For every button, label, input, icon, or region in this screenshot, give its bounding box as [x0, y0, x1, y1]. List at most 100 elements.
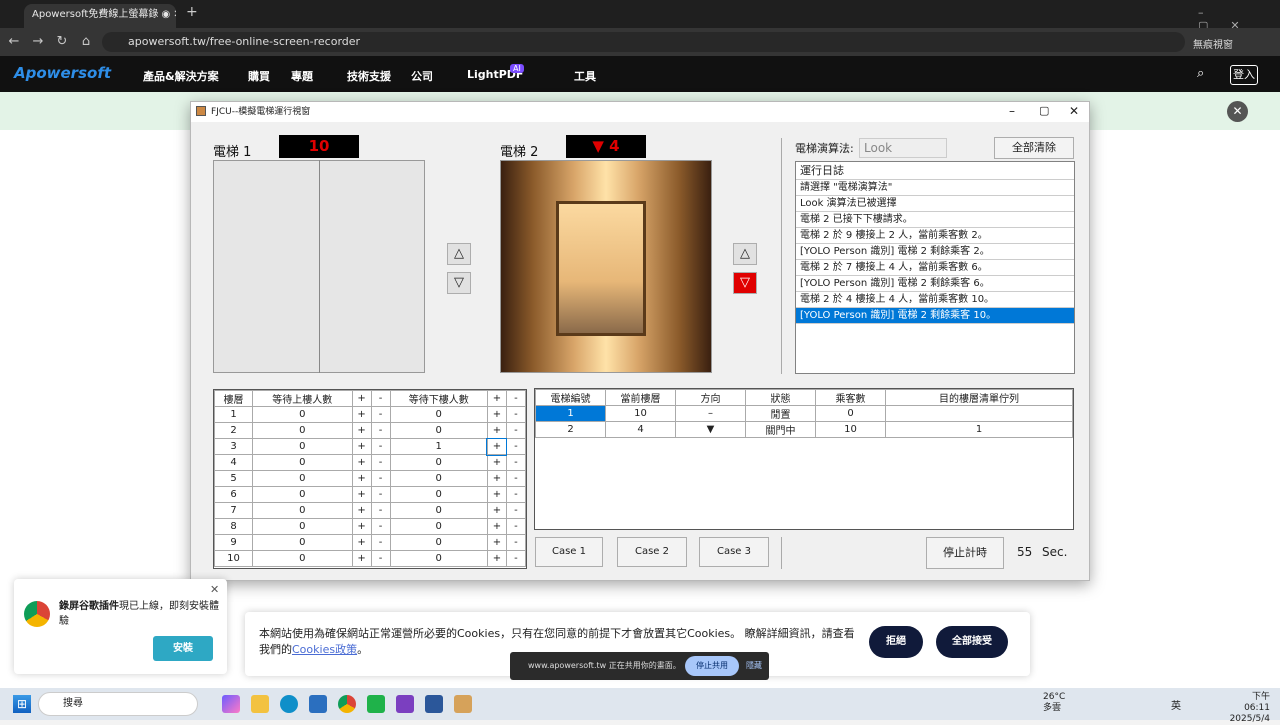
- down-minus-button[interactable]: -: [505, 422, 527, 439]
- elevator1-up-button[interactable]: △: [447, 243, 471, 265]
- clock[interactable]: 下午 06:11 2025/5/4: [1226, 692, 1270, 725]
- file-explorer-icon[interactable]: [251, 695, 269, 713]
- store-icon[interactable]: [309, 695, 327, 713]
- elevator-app-icon[interactable]: [454, 695, 472, 713]
- close-icon[interactable]: ✕: [1069, 104, 1079, 118]
- word-icon[interactable]: [425, 695, 443, 713]
- nav-products[interactable]: 產品&解決方案: [143, 68, 219, 84]
- up-minus-button[interactable]: -: [370, 534, 391, 551]
- up-plus-button[interactable]: +: [351, 502, 372, 519]
- up-minus-button[interactable]: -: [370, 470, 391, 487]
- weather-widget[interactable]: 26°C 多雲: [1043, 692, 1065, 714]
- up-minus-button[interactable]: -: [370, 406, 391, 423]
- up-minus-button[interactable]: -: [370, 518, 391, 535]
- case1-button[interactable]: Case 1: [535, 537, 603, 567]
- taskbar-search[interactable]: 搜尋: [38, 692, 198, 716]
- browser-tab[interactable]: Apowersoft免費線上螢幕錄 ◉ ✕: [24, 4, 176, 28]
- up-plus-button[interactable]: +: [351, 470, 372, 487]
- login-button[interactable]: 登入: [1230, 65, 1258, 85]
- up-plus-button[interactable]: +: [351, 438, 372, 455]
- elevator2-up-button[interactable]: △: [733, 243, 757, 265]
- down-minus-button[interactable]: -: [505, 406, 527, 423]
- install-button[interactable]: 安裝: [153, 636, 213, 661]
- down-plus-button[interactable]: +: [486, 486, 507, 503]
- down-plus-button[interactable]: +: [486, 518, 507, 535]
- up-plus-button[interactable]: +: [351, 406, 372, 423]
- up-plus-button[interactable]: +: [351, 422, 372, 439]
- nav-company[interactable]: 公司: [411, 68, 433, 84]
- cookie-policy-link[interactable]: Cookies政策: [292, 643, 357, 656]
- down-minus-button[interactable]: -: [505, 486, 527, 503]
- up-plus-button[interactable]: +: [351, 550, 372, 567]
- down-plus-button[interactable]: +: [486, 406, 507, 423]
- down-minus-button[interactable]: -: [505, 518, 527, 535]
- down-plus-button[interactable]: +: [486, 437, 508, 456]
- down-plus-button[interactable]: +: [486, 470, 507, 487]
- down-plus-button[interactable]: +: [486, 502, 507, 519]
- close-video-icon[interactable]: ✕: [1227, 101, 1248, 122]
- elevator-id[interactable]: 2: [535, 421, 606, 438]
- down-plus-button[interactable]: +: [486, 422, 507, 439]
- copilot-icon[interactable]: [222, 695, 240, 713]
- up-minus-button[interactable]: -: [370, 502, 391, 519]
- algo-select[interactable]: Look: [859, 138, 947, 158]
- down-minus-button[interactable]: -: [505, 502, 527, 519]
- line-icon[interactable]: [367, 695, 385, 713]
- hide-link[interactable]: 隱藏: [746, 660, 762, 671]
- log-item[interactable]: 電梯 2 於 9 樓接上 2 人，當前乘客數 2。: [796, 228, 1074, 244]
- home-icon[interactable]: ⌂: [76, 32, 96, 52]
- stop-timer-button[interactable]: 停止計時: [926, 537, 1004, 569]
- down-minus-button[interactable]: -: [505, 454, 527, 471]
- forward-icon[interactable]: →: [28, 32, 48, 52]
- up-minus-button[interactable]: -: [370, 486, 391, 503]
- down-minus-button[interactable]: -: [505, 534, 527, 551]
- new-tab-icon[interactable]: +: [186, 4, 198, 20]
- log-item[interactable]: 電梯 2 於 4 樓接上 4 人，當前乘客數 10。: [796, 292, 1074, 308]
- edge-icon[interactable]: [280, 695, 298, 713]
- case3-button[interactable]: Case 3: [699, 537, 769, 567]
- up-minus-button[interactable]: -: [370, 438, 391, 455]
- nav-topics[interactable]: 專題: [291, 68, 313, 84]
- chrome-taskbar-icon[interactable]: [338, 695, 356, 713]
- down-plus-button[interactable]: +: [486, 550, 507, 567]
- nav-support[interactable]: 技術支援: [347, 68, 391, 84]
- down-minus-button[interactable]: -: [505, 550, 527, 567]
- down-plus-button[interactable]: +: [486, 534, 507, 551]
- nav-tools[interactable]: 工具: [574, 68, 596, 84]
- maximize-icon[interactable]: ▢: [1039, 104, 1049, 117]
- log-item[interactable]: 電梯 2 於 7 樓接上 4 人，當前乘客數 6。: [796, 260, 1074, 276]
- up-plus-button[interactable]: +: [351, 486, 372, 503]
- down-minus-button[interactable]: -: [505, 470, 527, 487]
- case2-button[interactable]: Case 2: [617, 537, 687, 567]
- accept-all-button[interactable]: 全部接受: [936, 626, 1008, 658]
- search-icon[interactable]: ⌕: [1197, 66, 1204, 81]
- elevator1-down-button[interactable]: ▽: [447, 272, 471, 294]
- input-language[interactable]: 英: [1171, 697, 1181, 712]
- log-item[interactable]: 請選擇 "電梯演算法": [796, 180, 1074, 196]
- reload-icon[interactable]: ↻: [52, 32, 72, 52]
- elevator2-down-button[interactable]: ▽: [733, 272, 757, 294]
- windows-start-icon[interactable]: ⊞: [13, 695, 31, 713]
- log-item[interactable]: 電梯 2 已接下下樓請求。: [796, 212, 1074, 228]
- nav-buy[interactable]: 購買: [248, 68, 270, 84]
- elevator-id[interactable]: 1: [535, 405, 606, 422]
- close-icon[interactable]: ✕: [210, 583, 219, 596]
- site-logo[interactable]: Apowersoft: [14, 64, 111, 82]
- log-item[interactable]: [YOLO Person 識別] 電梯 2 剩餘乘客 2。: [796, 244, 1074, 260]
- up-minus-button[interactable]: -: [370, 454, 391, 471]
- minimize-icon[interactable]: –: [1009, 104, 1015, 118]
- down-minus-button[interactable]: -: [505, 438, 527, 455]
- visual-studio-icon[interactable]: [396, 695, 414, 713]
- clear-all-button[interactable]: 全部清除: [994, 137, 1074, 159]
- log-item[interactable]: Look 演算法已被選擇: [796, 196, 1074, 212]
- up-plus-button[interactable]: +: [351, 454, 372, 471]
- log-item-selected[interactable]: [YOLO Person 識別] 電梯 2 剩餘乘客 10。: [796, 308, 1074, 324]
- stop-sharing-button[interactable]: 停止共用: [685, 656, 739, 676]
- up-minus-button[interactable]: -: [370, 422, 391, 439]
- reject-button[interactable]: 拒絕: [869, 626, 923, 658]
- up-minus-button[interactable]: -: [370, 550, 391, 567]
- back-icon[interactable]: ←: [4, 32, 24, 52]
- log-list[interactable]: 運行日誌 請選擇 "電梯演算法" Look 演算法已被選擇 電梯 2 已接下下樓…: [795, 161, 1075, 374]
- up-plus-button[interactable]: +: [351, 518, 372, 535]
- address-bar[interactable]: apowersoft.tw/free-online-screen-recorde…: [102, 32, 1185, 52]
